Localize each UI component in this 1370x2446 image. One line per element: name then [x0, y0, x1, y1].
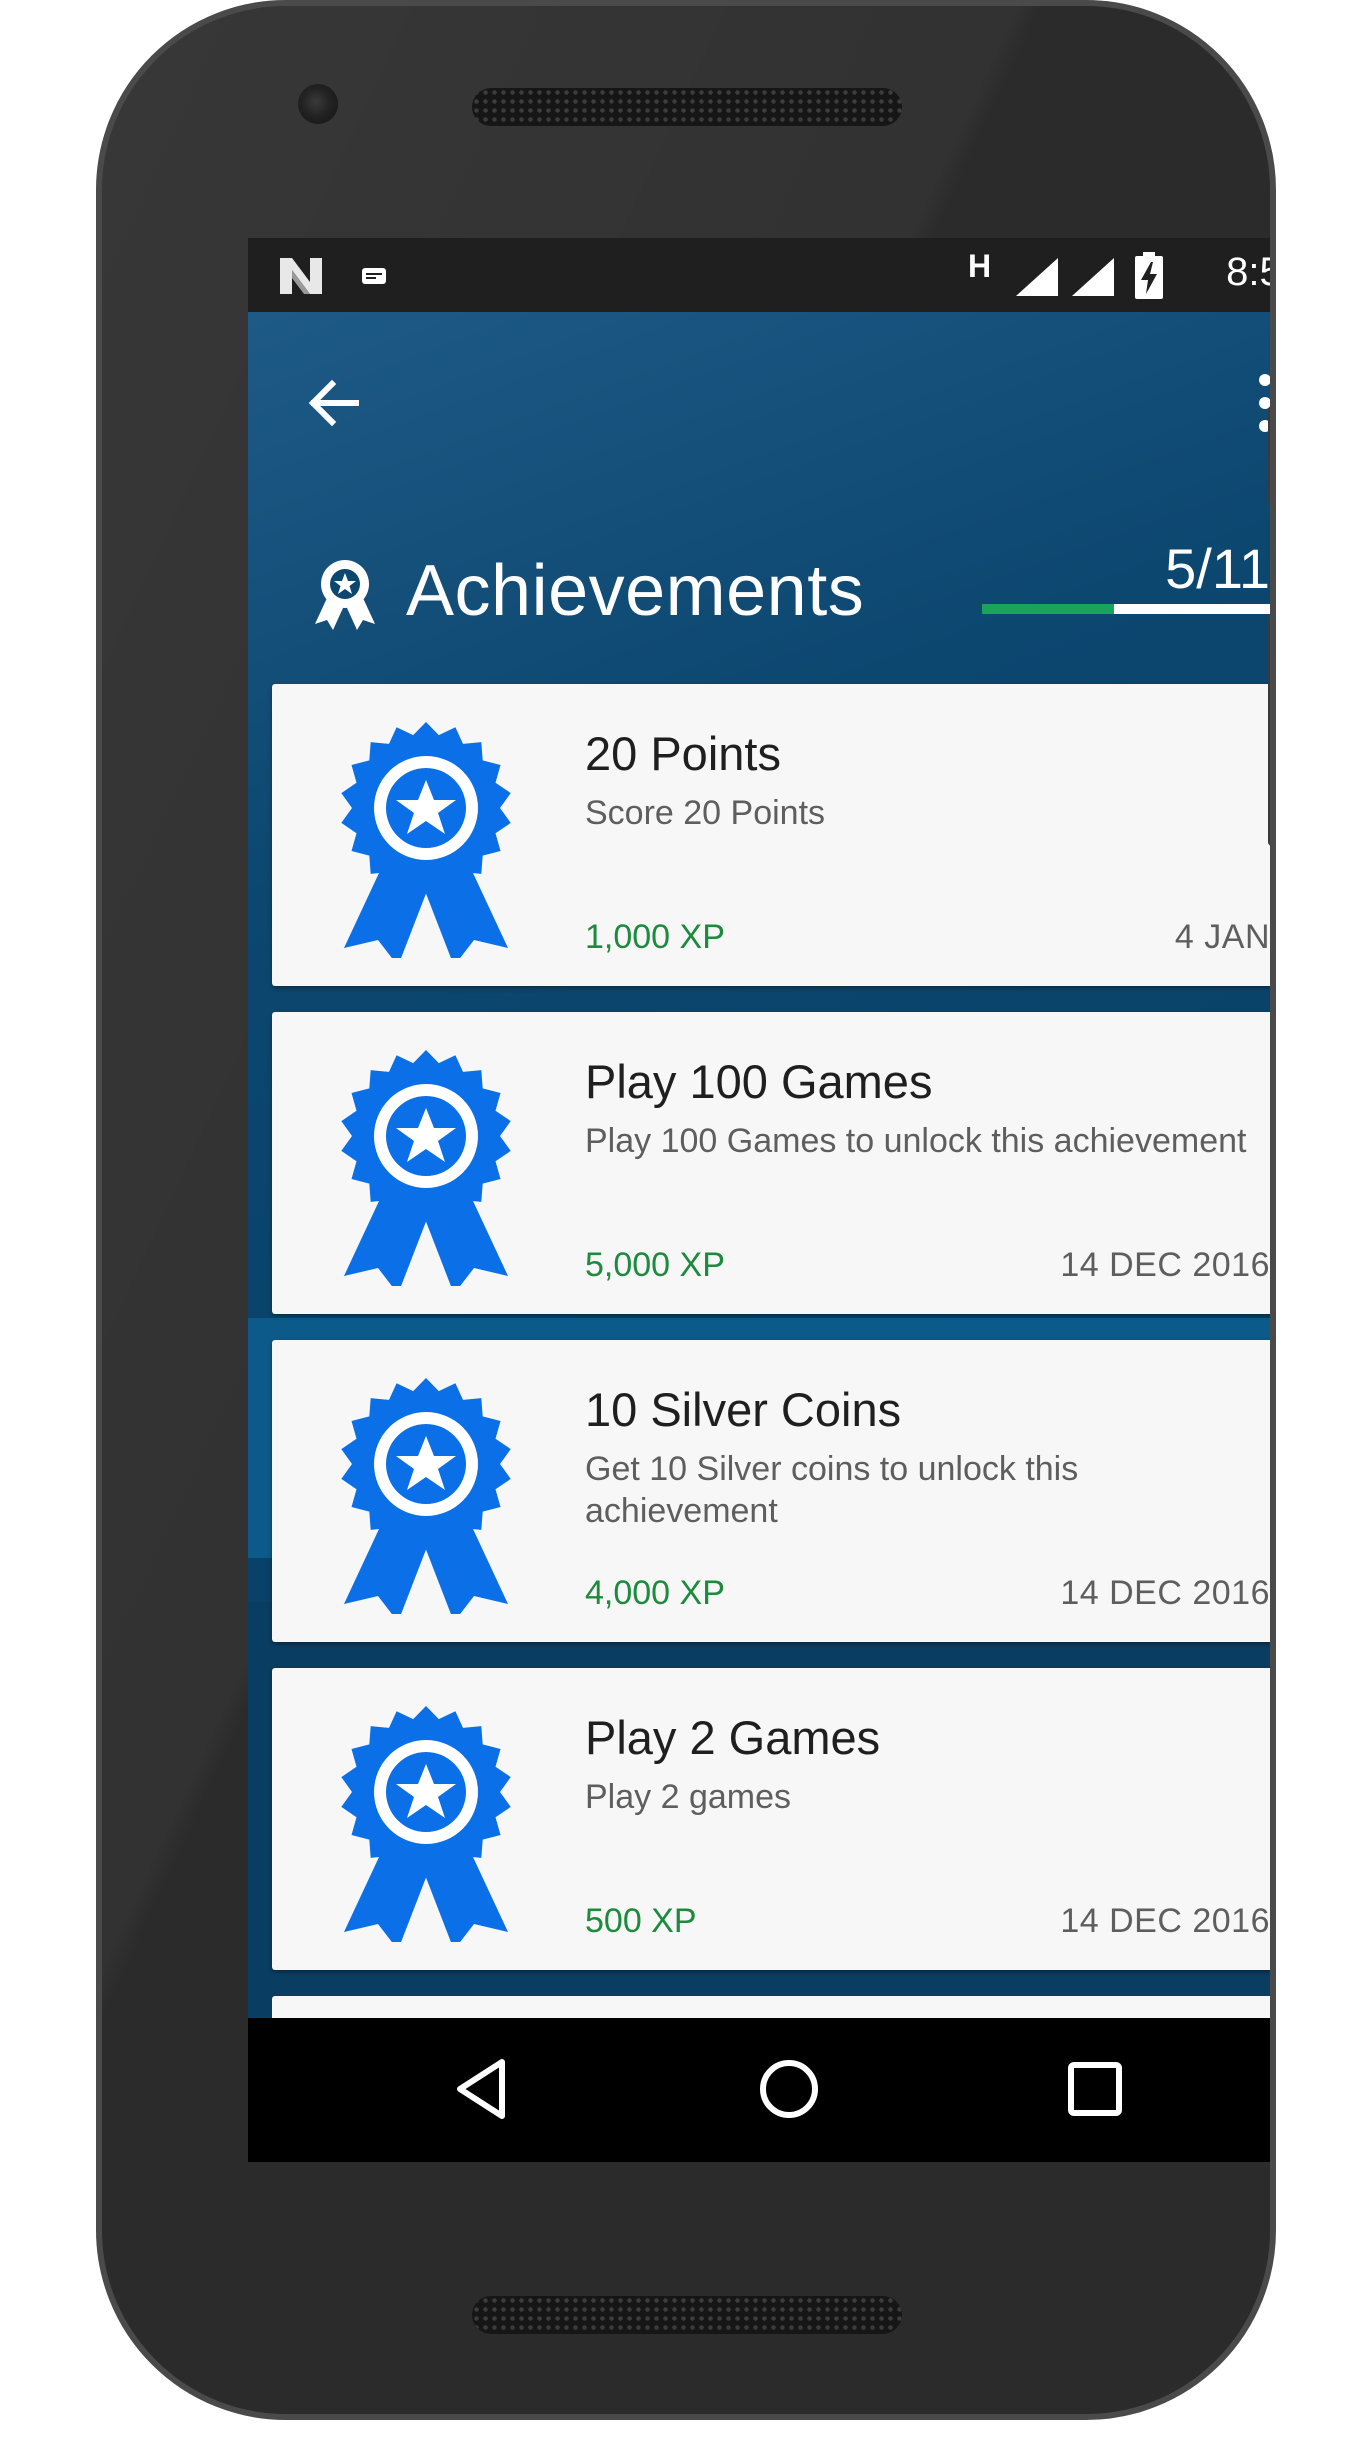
award-badge-icon — [328, 1046, 524, 1294]
status-time: 8:51 — [1226, 250, 1270, 294]
achievement-card[interactable]: 10 Silver Coins Get 10 Silver coins to un… — [272, 1340, 1270, 1642]
achievement-description: Score 20 Points — [585, 794, 826, 832]
achievement-xp: 4,000 XP — [585, 1574, 725, 1612]
achievement-date: 14 DEC 2016 — [1060, 1902, 1270, 1940]
volume-button — [1268, 616, 1270, 846]
award-badge-icon — [328, 1702, 524, 1950]
achievement-date: 14 DEC 2016 — [1060, 1574, 1270, 1612]
achievement-date: 14 DEC 2016 — [1060, 1246, 1270, 1284]
n-logo-icon — [280, 258, 322, 294]
page-title: Achievements — [406, 551, 865, 631]
back-triangle-icon[interactable] — [450, 2056, 516, 2122]
achievement-description: Get 10 Silver coins to unlock this achie… — [585, 1450, 1079, 1530]
signal-icon — [1016, 258, 1058, 296]
more-vert-icon[interactable] — [1240, 368, 1276, 438]
achievement-card[interactable]: 20 Points Score 20 Points 1,000 XP 4 JAN — [272, 684, 1270, 986]
achievement-title: 10 Silver Coins — [585, 1383, 902, 1436]
award-icon — [315, 560, 375, 630]
achievement-xp: 500 XP — [585, 1902, 697, 1940]
achievement-date: 4 JAN — [1174, 918, 1270, 956]
achievement-title: Play 100 Games — [585, 1055, 933, 1108]
achievement-description: Play 2 games — [585, 1778, 791, 1816]
status-bar: H 8:51 — [248, 238, 1270, 312]
achievement-list: 20 Points Score 20 Points 1,000 XP 4 JAN Pla… — [272, 684, 1270, 1996]
achievement-xp: 5,000 XP — [585, 1246, 725, 1284]
achievement-card[interactable]: Play 100 Games Play 100 Games to unlock t… — [272, 1012, 1270, 1314]
progress-bar — [982, 604, 1270, 614]
award-badge-icon — [328, 718, 524, 966]
recents-square-icon[interactable] — [1062, 2056, 1128, 2122]
bottom-speaker — [472, 2296, 902, 2334]
signal-icon — [1072, 258, 1114, 296]
arrow-back-icon[interactable] — [298, 368, 368, 438]
progress-count: 5/11 — [1165, 537, 1270, 600]
award-badge-icon — [328, 1374, 524, 1622]
battery-charging-icon — [1135, 252, 1163, 299]
network-type-label: H — [968, 248, 992, 284]
top-speaker — [472, 88, 902, 126]
home-circle-icon[interactable] — [756, 2056, 822, 2122]
notification-icon — [362, 268, 386, 284]
progress-bar-fill — [982, 604, 1114, 614]
achievement-card[interactable]: Play 2 Games Play 2 games 500 XP 14 DEC 201… — [272, 1668, 1270, 1970]
navigation-bar — [248, 2018, 1270, 2162]
achievement-title: 20 Points — [585, 727, 781, 780]
phone-frame: H 8:51 — [96, 0, 1276, 2420]
achievement-xp: 1,000 XP — [585, 918, 725, 956]
power-button — [1268, 406, 1270, 506]
screen: H 8:51 — [248, 238, 1276, 2162]
achievement-description: Play 100 Games to unlock this achievemen… — [585, 1122, 1247, 1160]
front-camera — [298, 84, 338, 124]
achievement-title: Play 2 Games — [585, 1711, 881, 1764]
